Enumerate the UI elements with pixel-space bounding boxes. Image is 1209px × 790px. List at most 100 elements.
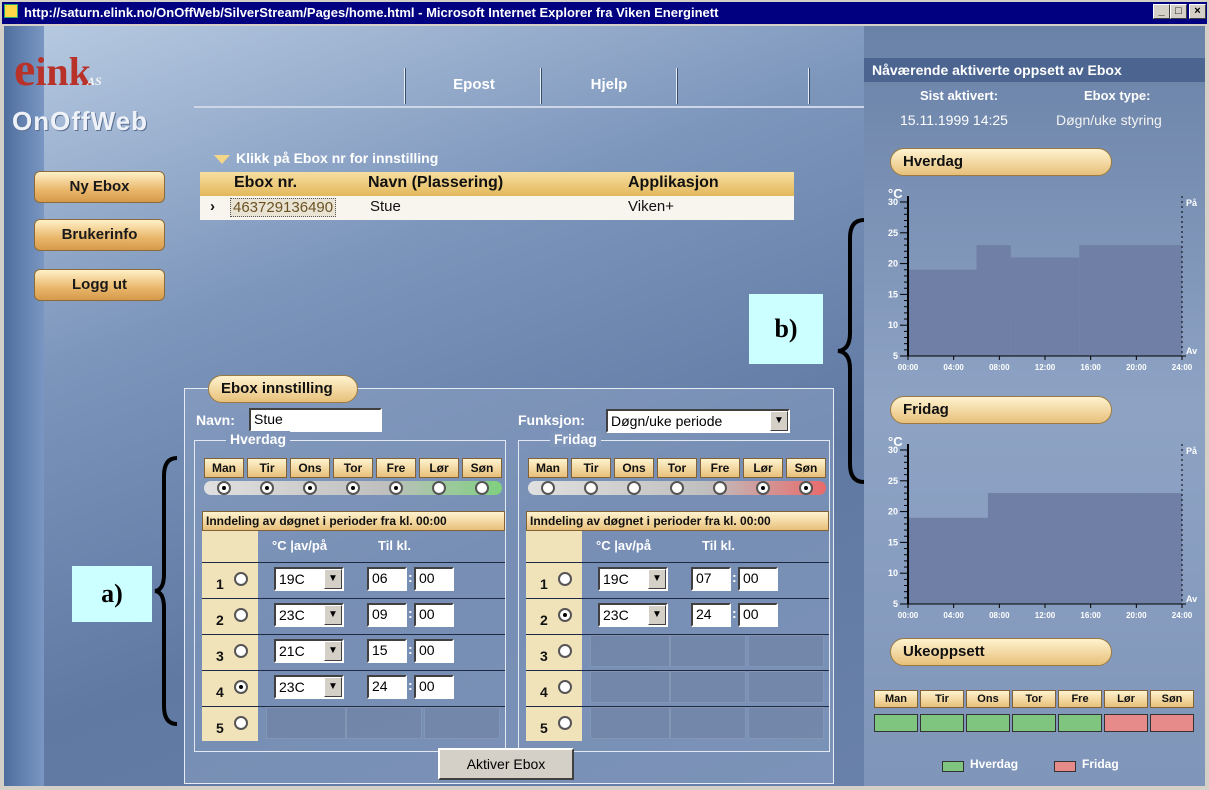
fridag-period-radio[interactable]	[558, 572, 572, 586]
chevron-down-icon: ▼	[324, 641, 342, 661]
hverdag-period-radio[interactable]	[234, 680, 248, 694]
ebox-number-link[interactable]: 463729136490	[230, 198, 337, 217]
fridag-day-4[interactable]: Fre	[700, 458, 740, 478]
hverdag-day-radio-6[interactable]	[475, 481, 489, 495]
week-day-cell	[966, 714, 1010, 732]
fridag-period-minute-input[interactable]: 00	[738, 567, 778, 591]
chart-step-1	[976, 245, 1011, 356]
chart-step-2	[1010, 257, 1080, 356]
week-day-label: Tor	[1012, 690, 1056, 708]
maximize-button[interactable]: □	[1170, 4, 1187, 19]
fridag-period-radio[interactable]	[558, 716, 572, 730]
hverdag-day-radio-2[interactable]	[303, 481, 317, 495]
fridag-day-radio-5[interactable]	[756, 481, 770, 495]
fridag-period-radio[interactable]	[558, 644, 572, 658]
fridag-day-3[interactable]: Tor	[657, 458, 697, 478]
fridag-day-radio-1[interactable]	[584, 481, 598, 495]
hverdag-day-1[interactable]: Tir	[247, 458, 287, 478]
minimize-button[interactable]: _	[1153, 4, 1170, 19]
hverdag-period-hour-input[interactable]: 15	[367, 639, 407, 663]
time-separator: :	[408, 569, 413, 585]
fridag-day-5[interactable]: Lør	[743, 458, 783, 478]
hverdag-period-radio[interactable]	[234, 644, 248, 658]
table-row[interactable]: › 463729136490 Stue Viken+	[200, 196, 794, 220]
fridag-day-2[interactable]: Ons	[614, 458, 654, 478]
fridag-period-number: 3	[540, 648, 548, 664]
fridag-day-radio-0[interactable]	[541, 481, 555, 495]
hverdag-day-0[interactable]: Man	[204, 458, 244, 478]
top-navigation: Epost Hjelp	[404, 68, 864, 106]
fridag-period-temp-select[interactable]: 19C ▼	[598, 567, 668, 591]
week-day-label: Fre	[1058, 690, 1102, 708]
ny-ebox-button[interactable]: Ny Ebox	[34, 171, 165, 203]
fridag-day-radio-3[interactable]	[670, 481, 684, 495]
fridag-day-1[interactable]: Tir	[571, 458, 611, 478]
time-separator: :	[408, 605, 413, 621]
row-divider	[202, 670, 505, 671]
hverdag-period-minute-input[interactable]: 00	[414, 675, 454, 699]
hverdag-period-minute-input[interactable]: 00	[414, 567, 454, 591]
fridag-day-radio-4[interactable]	[713, 481, 727, 495]
fridag-period-number: 1	[540, 576, 548, 592]
nav-epost[interactable]: Epost	[408, 68, 540, 104]
hverdag-period-minute-input[interactable]: 00	[414, 639, 454, 663]
hverdag-period-hour-input[interactable]: 24	[367, 675, 407, 699]
hverdag-day-6[interactable]: Søn	[462, 458, 502, 478]
hverdag-period-minute-input[interactable]: 00	[414, 603, 454, 627]
time-separator: :	[408, 677, 413, 693]
fridag-col-temp: °C |av/på	[596, 538, 652, 553]
hverdag-day-2[interactable]: Ons	[290, 458, 330, 478]
fridag-period-radio[interactable]	[558, 608, 572, 622]
hverdag-day-5[interactable]: Lør	[419, 458, 459, 478]
legend-fridag-swatch	[1054, 761, 1076, 772]
left-decoration	[4, 26, 44, 786]
x-tick-label: 00:00	[898, 363, 919, 372]
hverdag-period-hour-input[interactable]: 09	[367, 603, 407, 627]
hverdag-period-radio[interactable]	[234, 608, 248, 622]
fridag-day-0[interactable]: Man	[528, 458, 568, 478]
funksjon-label: Funksjon:	[518, 412, 585, 428]
hverdag-day-3[interactable]: Tor	[333, 458, 373, 478]
hverdag-day-radio-4[interactable]	[389, 481, 403, 495]
hverdag-period-temp-select[interactable]: 19C ▼	[274, 567, 344, 591]
funksjon-select[interactable]: Døgn/uke periode ▼	[606, 409, 790, 433]
fridag-period-radio[interactable]	[558, 680, 572, 694]
fridag-day-6[interactable]: Søn	[786, 458, 826, 478]
hverdag-period-hour-input[interactable]: 06	[367, 567, 407, 591]
x-tick-label: 16:00	[1080, 611, 1101, 620]
hverdag-period-radio[interactable]	[234, 572, 248, 586]
fridag-day-radio-6[interactable]	[799, 481, 813, 495]
empty-cell	[748, 635, 824, 667]
x-tick-label: 00:00	[898, 611, 919, 620]
fridag-period-temp-select[interactable]: 23C ▼	[598, 603, 668, 627]
hverdag-period-temp-select[interactable]: 23C ▼	[274, 603, 344, 627]
fridag-period-hour-input[interactable]: 07	[691, 567, 731, 591]
hverdag-period-temp-select[interactable]: 21C ▼	[274, 639, 344, 663]
aktiver-ebox-button[interactable]: Aktiver Ebox	[438, 748, 574, 780]
elink-logo: eink	[14, 43, 91, 96]
col-navn: Navn (Plassering)	[368, 174, 504, 191]
hverdag-day-4[interactable]: Fre	[376, 458, 416, 478]
chevron-down-icon: ▼	[324, 569, 342, 589]
navn-input[interactable]: Stue	[249, 408, 382, 432]
brukerinfo-button[interactable]: Brukerinfo	[34, 219, 165, 251]
hverdag-period-radio[interactable]	[234, 716, 248, 730]
hverdag-day-radio-0[interactable]	[217, 481, 231, 495]
hverdag-day-radio-5[interactable]	[432, 481, 446, 495]
y-tick-label: 10	[888, 320, 898, 330]
time-separator: :	[408, 641, 413, 657]
hverdag-day-radio-3[interactable]	[346, 481, 360, 495]
fridag-period-minute-input[interactable]: 00	[738, 603, 778, 627]
hverdag-day-radio-1[interactable]	[260, 481, 274, 495]
week-day-label: Lør	[1104, 690, 1148, 708]
hverdag-period-temp-select[interactable]: 23C ▼	[274, 675, 344, 699]
logg-ut-button[interactable]: Logg ut	[34, 269, 165, 301]
brace-a	[154, 456, 178, 726]
annotation-a: a)	[72, 566, 152, 622]
fridag-period-hour-input[interactable]: 24	[691, 603, 731, 627]
fridag-day-radio-2[interactable]	[627, 481, 641, 495]
close-button[interactable]: ×	[1189, 4, 1206, 19]
nav-hjelp[interactable]: Hjelp	[544, 68, 674, 104]
right-label-av: Av	[1186, 594, 1197, 604]
right-label-pa: På	[1186, 198, 1198, 208]
